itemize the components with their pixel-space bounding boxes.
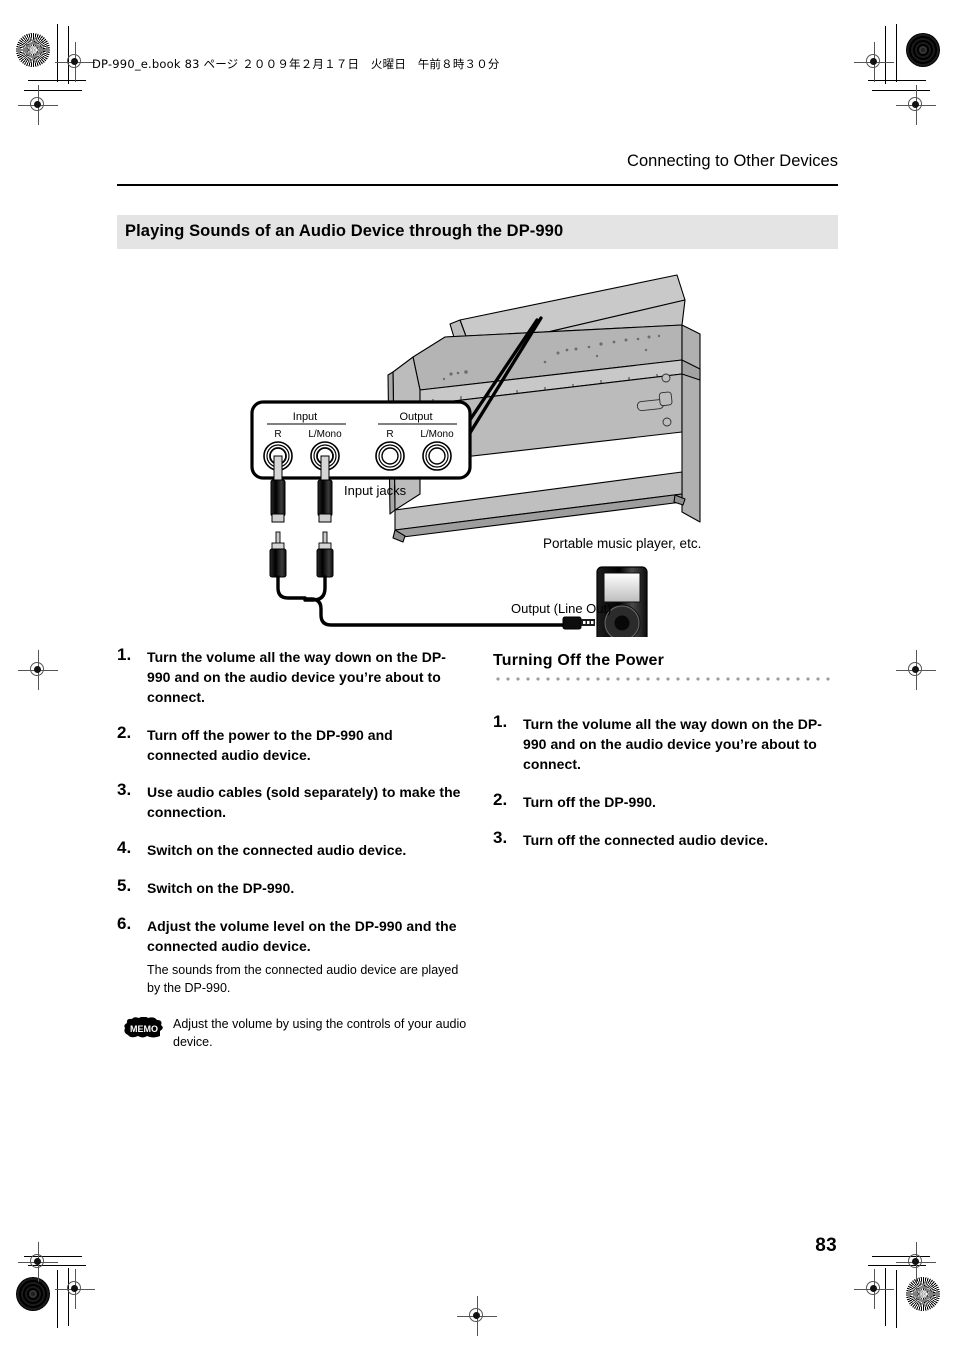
input-lmono-label: L/Mono (308, 429, 342, 440)
list-item: 5. Switch on the DP-990. (117, 876, 467, 899)
jack-panel-callout: Input Output R L/Mono R L/Mono (250, 400, 472, 480)
registration-target (55, 42, 95, 82)
crop-mark (896, 24, 897, 82)
crop-mark (28, 1265, 86, 1266)
moire-target-bottom-left (16, 1277, 50, 1311)
crop-mark (872, 1256, 930, 1257)
crop-mark (68, 1268, 69, 1326)
crop-mark (24, 90, 82, 91)
registration-target (457, 1296, 497, 1336)
left-column: 1. Turn the volume all the way down on t… (117, 645, 467, 1051)
page-title: Playing Sounds of an Audio Device throug… (125, 222, 564, 240)
step-text: Switch on the DP-990. (147, 880, 295, 896)
crop-mark (872, 90, 930, 91)
power-off-steps: 1. Turn the volume all the way down on t… (493, 712, 843, 851)
list-item: 2. Turn off the power to the DP-990 and … (117, 722, 467, 766)
registration-target (18, 85, 58, 125)
list-item: 3. Turn off the connected audio device. (493, 827, 843, 851)
step-text: Adjust the volume level on the DP-990 an… (147, 917, 457, 954)
registration-target (854, 42, 894, 82)
crop-mark (896, 1270, 897, 1328)
connection-steps: 1. Turn the volume all the way down on t… (117, 645, 467, 997)
section-heading-band: Playing Sounds of an Audio Device throug… (117, 215, 838, 249)
input-r-label: R (274, 429, 281, 440)
step-number: 2. (117, 722, 132, 742)
registration-target (854, 1269, 894, 1309)
mini-plug (562, 616, 595, 630)
subsection-heading: Turning Off the Power (493, 652, 665, 669)
diagram-svg: Input Output R L/Mono R L/Mono (250, 274, 701, 637)
list-item: 1. Turn the volume all the way down on t… (493, 712, 843, 775)
step-body-text: The sounds from the connected audio devi… (147, 962, 459, 995)
step-text: Use audio cables (sold separately) to ma… (147, 784, 461, 821)
right-column: Turning Off the Power 1. Turn the volume… (493, 648, 843, 868)
input-group-label: Input (293, 411, 317, 423)
page-number: 83 (815, 1235, 837, 1256)
step-number: 1. (117, 645, 132, 664)
header-rule (117, 184, 838, 186)
crop-mark (24, 1256, 82, 1257)
step-number: 4. (117, 838, 132, 858)
memo-icon-text: MEMO (130, 1024, 158, 1034)
crop-mark (28, 80, 86, 81)
input-jacks-label: Input jacks (344, 483, 407, 498)
memo-callout: MEMO Adjust the volume by using the cont… (117, 1015, 467, 1051)
step-number: 6. (117, 913, 132, 933)
moire-target-top-left (16, 33, 50, 67)
crop-mark (868, 80, 926, 81)
connection-diagram: Input Output R L/Mono R L/Mono (245, 262, 715, 637)
running-head: Connecting to Other Devices (627, 152, 838, 170)
registration-target (18, 1242, 58, 1282)
print-file-header: DP-990_e.book 83 ページ ２００９年２月１７日 火曜日 午前８時… (92, 57, 500, 71)
rca-plug-right (316, 531, 334, 578)
moire-target-top-right (906, 33, 940, 67)
portable-player-label: Portable music player, etc. (543, 536, 702, 551)
step-number: 3. (493, 827, 508, 847)
output-r-label: R (386, 429, 393, 440)
registration-target (896, 1242, 936, 1282)
step-number: 3. (117, 780, 132, 800)
memo-text: Adjust the volume by using the controls … (173, 1016, 467, 1049)
crop-mark (68, 26, 69, 84)
line-out-label: Output (Line Out) (511, 601, 612, 616)
registration-target (896, 650, 936, 690)
step-text: Turn off the connected audio device. (523, 831, 769, 848)
output-group-label: Output (399, 411, 432, 423)
step-text: Turn the volume all the way down on the … (147, 649, 447, 705)
crop-mark (885, 26, 886, 84)
step-number: 1. (493, 712, 508, 731)
list-item: 1. Turn the volume all the way down on t… (117, 645, 467, 708)
rca-plug-left (269, 531, 287, 578)
registration-target (896, 85, 936, 125)
output-lmono-label: L/Mono (420, 429, 454, 440)
step-number: 2. (493, 789, 508, 809)
crop-mark (57, 24, 58, 82)
step-number: 5. (117, 876, 132, 895)
step-text: Turn off the DP-990. (523, 793, 656, 810)
dotted-rule (493, 677, 834, 681)
step-text: Turn the volume all the way down on the … (523, 716, 823, 772)
crop-mark (868, 1265, 926, 1266)
page: DP-990_e.book 83 ページ ２００９年２月１７日 火曜日 午前８時… (0, 0, 954, 1351)
list-item: 2. Turn off the DP-990. (493, 789, 843, 813)
step-text: Turn off the power to the DP-990 and con… (147, 726, 393, 763)
registration-target (18, 650, 58, 690)
crop-mark (885, 1268, 886, 1326)
registration-target (55, 1269, 95, 1309)
list-item: 6. Adjust the volume level on the DP-990… (117, 913, 467, 997)
list-item: 3. Use audio cables (sold separately) to… (117, 780, 467, 823)
moire-target-bottom-right (906, 1277, 940, 1311)
memo-icon: MEMO (123, 1016, 165, 1039)
crop-mark (57, 1270, 58, 1328)
step-text: Switch on the connected audio device. (147, 842, 407, 859)
list-item: 4. Switch on the connected audio device. (117, 838, 467, 861)
